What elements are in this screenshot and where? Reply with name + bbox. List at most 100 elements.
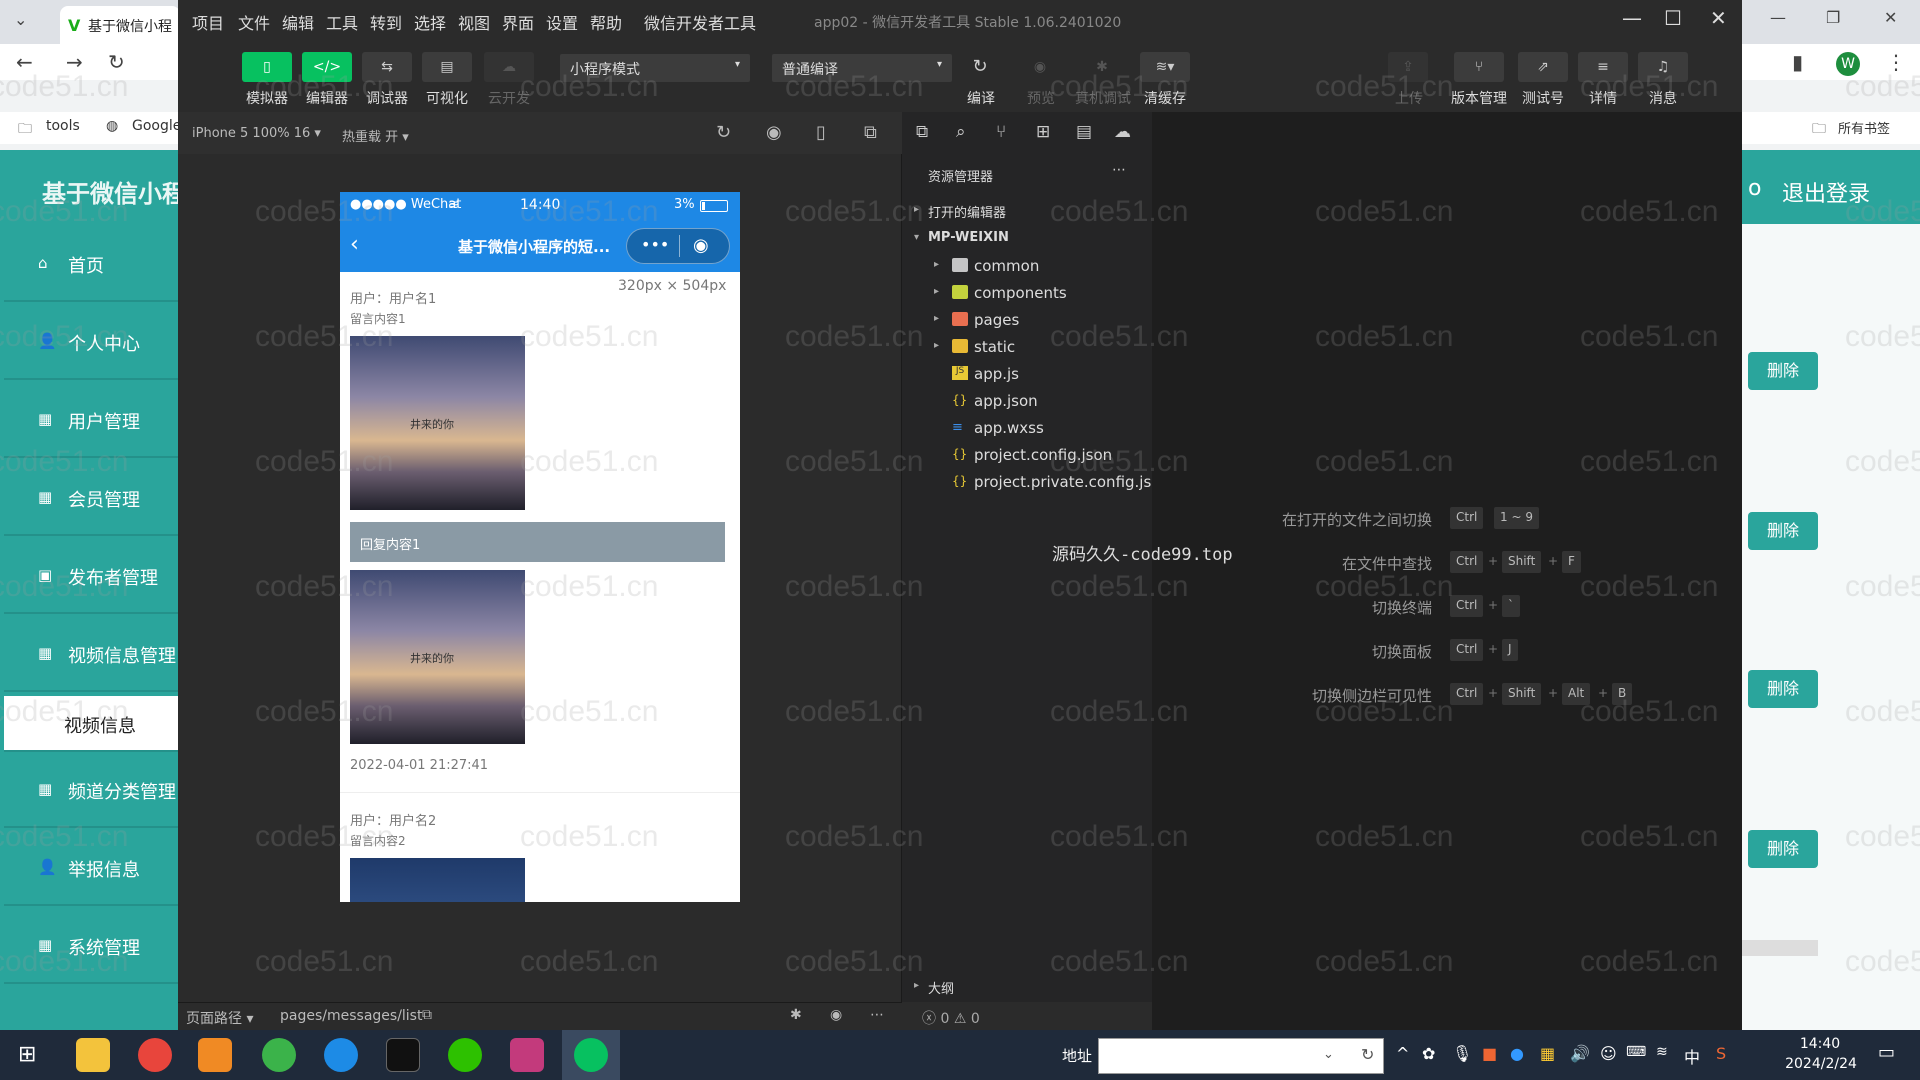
tray-icon[interactable]: ✿: [1422, 1044, 1435, 1063]
keyboard-icon[interactable]: ⌨: [1626, 1044, 1646, 1060]
terminal-icon[interactable]: [386, 1038, 420, 1072]
visual-toggle-button[interactable]: ▤: [422, 52, 472, 82]
clear-cache-button[interactable]: ≋▾: [1140, 52, 1190, 82]
version-button[interactable]: ⑂: [1454, 52, 1504, 82]
tree-item-project-private-config[interactable]: {} project.private.config.js...: [902, 469, 1166, 496]
bookmark-tools[interactable]: tools: [46, 118, 80, 134]
test-account-button[interactable]: ⇗: [1518, 52, 1568, 82]
menu-project[interactable]: 项目: [192, 10, 224, 34]
cloud-icon[interactable]: ☁: [1114, 122, 1131, 142]
phone-icon[interactable]: ▯: [816, 122, 826, 143]
sidebar-item-video-info[interactable]: 视频信息: [4, 696, 178, 752]
clock-time[interactable]: 14:40: [1788, 1036, 1852, 1052]
maximize-icon[interactable]: ☐: [1664, 6, 1682, 30]
outline-section[interactable]: ▸ 大纲: [902, 974, 1152, 1001]
refresh-icon[interactable]: ↻: [716, 122, 731, 143]
menu-settings[interactable]: 设置: [546, 10, 578, 34]
tab-search-icon[interactable]: ⌄: [14, 10, 27, 29]
simulator-toggle-button[interactable]: ▯: [242, 52, 292, 82]
horizontal-scrollbar[interactable]: [1742, 940, 1818, 956]
logout-link[interactable]: 退出登录: [1782, 176, 1870, 208]
more-icon[interactable]: ⋮: [1886, 50, 1906, 74]
sidebar-item-home[interactable]: ⌂ 首页: [4, 228, 178, 302]
menu-help[interactable]: 帮助: [590, 10, 622, 34]
delete-button[interactable]: 删除: [1748, 670, 1818, 708]
more-icon[interactable]: ⋯: [1112, 162, 1126, 178]
hot-reload-select[interactable]: 热重载 开 ▾: [342, 126, 409, 145]
popout-icon[interactable]: ⧉: [864, 122, 877, 143]
close-icon[interactable]: ✕: [1710, 6, 1727, 30]
tree-item-app-js[interactable]: JS app.js: [902, 361, 1152, 388]
tray-up-icon[interactable]: ^: [1396, 1044, 1409, 1063]
tree-item-static[interactable]: ▸ static: [902, 334, 1152, 361]
extensions-icon[interactable]: ⊞: [1036, 122, 1050, 142]
browser-icon[interactable]: [262, 1038, 296, 1072]
tree-item-app-json[interactable]: {} app.json: [902, 388, 1152, 415]
sidebar-item-publishers[interactable]: ▣ 发布者管理: [4, 540, 178, 614]
restore-icon[interactable]: ❐: [1826, 8, 1840, 27]
notification-icon[interactable]: ▭: [1878, 1042, 1895, 1063]
sidebar-item-users[interactable]: ▦ 用户管理: [4, 384, 178, 458]
cloud-button[interactable]: ☁: [484, 52, 534, 82]
sidebar-item-video-manage[interactable]: ▦ 视频信息管理: [4, 618, 178, 692]
chrome-icon[interactable]: [138, 1038, 172, 1072]
back-icon[interactable]: ‹: [350, 232, 359, 257]
mic-icon[interactable]: 🎙: [1452, 1044, 1472, 1063]
qq-icon[interactable]: ☺: [1600, 1044, 1617, 1063]
warning-icon[interactable]: ⚠: [954, 1011, 967, 1027]
copy-icon[interactable]: ⧉: [422, 1007, 432, 1023]
eye-icon[interactable]: ◉: [830, 1007, 842, 1023]
panel-icon[interactable]: ▤: [1076, 122, 1092, 142]
editor-toggle-button[interactable]: </>: [302, 52, 352, 82]
minimize-icon[interactable]: —: [1622, 6, 1642, 30]
tray-app-icon[interactable]: ▦: [1540, 1044, 1555, 1063]
tree-item-pages[interactable]: ▸ pages: [902, 307, 1152, 334]
back-icon[interactable]: ←: [16, 50, 33, 74]
compile-mode-select[interactable]: 普通编译 ▾: [772, 54, 952, 82]
details-button[interactable]: ≡: [1578, 52, 1628, 82]
wechat-devtools-icon[interactable]: [574, 1038, 608, 1072]
tree-item-common[interactable]: ▸ common: [902, 253, 1152, 280]
sidepanel-icon[interactable]: ▮: [1792, 50, 1803, 74]
more-dots-icon[interactable]: •••: [641, 235, 669, 254]
jetbrains-icon[interactable]: [510, 1038, 544, 1072]
menu-tools[interactable]: 工具: [326, 10, 358, 34]
search-icon[interactable]: ⌕: [956, 122, 966, 142]
tray-app-icon[interactable]: ●: [1510, 1044, 1524, 1063]
ime-indicator[interactable]: 中: [1684, 1044, 1700, 1068]
menu-select[interactable]: 选择: [414, 10, 446, 34]
wifi-icon[interactable]: ≋: [1656, 1044, 1668, 1060]
post-image[interactable]: 井来的你: [350, 570, 525, 744]
sidebar-item-reports[interactable]: 👤 举报信息: [4, 832, 178, 906]
messages-button[interactable]: ♫: [1638, 52, 1688, 82]
refresh-icon[interactable]: ↻: [1361, 1045, 1374, 1064]
project-root[interactable]: ▾ MP-WEIXIN: [902, 226, 1152, 253]
profile-avatar[interactable]: W: [1836, 52, 1860, 76]
sidebar-item-system[interactable]: ▦ 系统管理: [4, 910, 178, 984]
debugger-toggle-button[interactable]: ⇆: [362, 52, 412, 82]
tree-item-project-config[interactable]: {} project.config.json: [902, 442, 1152, 469]
mode-select[interactable]: 小程序模式 ▾: [560, 54, 750, 82]
error-icon[interactable]: ⓧ: [922, 1011, 936, 1027]
close-icon[interactable]: ✕: [1884, 8, 1897, 27]
menu-devtools[interactable]: 微信开发者工具: [644, 10, 756, 34]
device-select[interactable]: iPhone 5 100% 16 ▾: [192, 126, 321, 141]
browser-tab[interactable]: V 基于微信小程: [60, 6, 180, 44]
menu-file[interactable]: 文件: [238, 10, 270, 34]
all-bookmarks[interactable]: 所有书签: [1838, 118, 1890, 137]
stop-icon[interactable]: ◉: [766, 122, 782, 143]
wechat-icon[interactable]: [448, 1038, 482, 1072]
bookmark-google[interactable]: Google: [132, 118, 181, 134]
path-select[interactable]: 页面路径 ▾: [186, 1008, 253, 1028]
menu-goto[interactable]: 转到: [370, 10, 402, 34]
address-input[interactable]: ⌄ ↻: [1098, 1038, 1384, 1074]
menu-edit[interactable]: 编辑: [282, 10, 314, 34]
git-icon[interactable]: ⑂: [996, 122, 1006, 142]
upload-button[interactable]: ⇪: [1388, 52, 1428, 82]
tree-item-components[interactable]: ▸ components: [902, 280, 1152, 307]
delete-button[interactable]: 删除: [1748, 512, 1818, 550]
tray-app-icon[interactable]: S: [1716, 1044, 1726, 1063]
sidebar-item-profile[interactable]: 👤 个人中心: [4, 306, 178, 380]
open-editors-section[interactable]: ▸ 打开的编辑器: [902, 198, 1152, 225]
tray-app-icon[interactable]: ■: [1482, 1044, 1497, 1063]
